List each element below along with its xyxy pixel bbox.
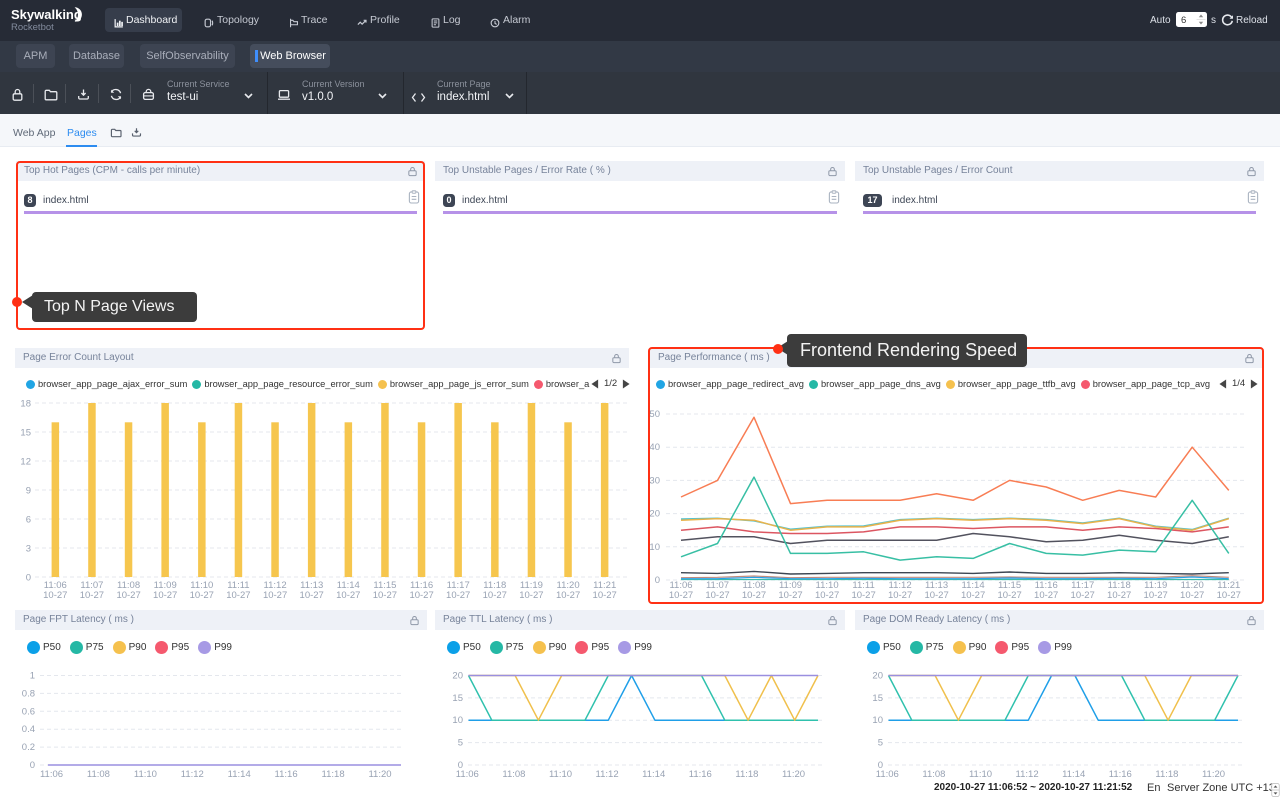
svg-text:20: 20 xyxy=(452,671,463,682)
svg-text:12: 12 xyxy=(20,457,31,468)
svg-text:10-27: 10-27 xyxy=(190,590,214,601)
svg-text:11:16: 11:16 xyxy=(689,769,712,780)
svg-text:1: 1 xyxy=(30,671,35,682)
svg-text:10-27: 10-27 xyxy=(483,590,507,601)
svg-text:0.4: 0.4 xyxy=(22,724,35,735)
svg-text:11:18: 11:18 xyxy=(735,769,758,780)
svg-text:10-27: 10-27 xyxy=(373,590,397,601)
svg-text:0: 0 xyxy=(30,760,35,771)
svg-text:0.2: 0.2 xyxy=(22,742,35,753)
svg-text:11:10: 11:10 xyxy=(134,769,157,780)
svg-text:15: 15 xyxy=(20,428,31,439)
svg-text:11:12: 11:12 xyxy=(596,769,619,780)
svg-text:10-27: 10-27 xyxy=(80,590,104,601)
svg-text:10-27: 10-27 xyxy=(409,590,433,601)
svg-text:18: 18 xyxy=(20,399,31,410)
svg-text:6: 6 xyxy=(26,515,31,526)
svg-text:11:06: 11:06 xyxy=(40,769,63,780)
svg-text:11:12: 11:12 xyxy=(181,769,204,780)
svg-text:11:14: 11:14 xyxy=(642,769,665,780)
svg-text:10-27: 10-27 xyxy=(519,590,543,601)
svg-text:10: 10 xyxy=(452,715,463,726)
svg-text:11:16: 11:16 xyxy=(275,769,298,780)
svg-text:10-27: 10-27 xyxy=(43,590,67,601)
svg-text:10: 10 xyxy=(872,715,883,726)
svg-text:11:10: 11:10 xyxy=(549,769,572,780)
svg-text:11:08: 11:08 xyxy=(922,769,945,780)
svg-text:10-27: 10-27 xyxy=(446,590,470,601)
svg-text:10-27: 10-27 xyxy=(300,590,324,601)
svg-text:10-27: 10-27 xyxy=(226,590,250,601)
svg-text:15: 15 xyxy=(872,693,883,704)
svg-text:11:08: 11:08 xyxy=(87,769,110,780)
svg-text:9: 9 xyxy=(26,486,31,497)
svg-text:11:06: 11:06 xyxy=(456,769,479,780)
svg-text:11:12: 11:12 xyxy=(1016,769,1039,780)
svg-text:11:10: 11:10 xyxy=(969,769,992,780)
svg-text:11:20: 11:20 xyxy=(782,769,805,780)
svg-text:0: 0 xyxy=(26,573,31,584)
svg-text:0.6: 0.6 xyxy=(22,706,35,717)
svg-text:0.8: 0.8 xyxy=(22,688,35,699)
svg-text:11:18: 11:18 xyxy=(1155,769,1178,780)
svg-text:15: 15 xyxy=(452,693,463,704)
svg-text:11:18: 11:18 xyxy=(322,769,345,780)
svg-text:10-27: 10-27 xyxy=(336,590,360,601)
svg-text:11:14: 11:14 xyxy=(1062,769,1085,780)
svg-text:20: 20 xyxy=(872,671,883,682)
svg-text:10-27: 10-27 xyxy=(593,590,617,601)
svg-text:3: 3 xyxy=(26,544,31,555)
svg-text:10-27: 10-27 xyxy=(116,590,140,601)
svg-text:11:20: 11:20 xyxy=(1202,769,1225,780)
svg-text:5: 5 xyxy=(878,738,883,749)
svg-text:11:14: 11:14 xyxy=(228,769,251,780)
svg-text:11:16: 11:16 xyxy=(1109,769,1132,780)
svg-text:10-27: 10-27 xyxy=(556,590,580,601)
svg-text:11:20: 11:20 xyxy=(368,769,391,780)
svg-text:11:06: 11:06 xyxy=(876,769,899,780)
svg-text:5: 5 xyxy=(458,738,463,749)
svg-text:10-27: 10-27 xyxy=(263,590,287,601)
svg-text:11:08: 11:08 xyxy=(502,769,525,780)
svg-text:10-27: 10-27 xyxy=(153,590,177,601)
